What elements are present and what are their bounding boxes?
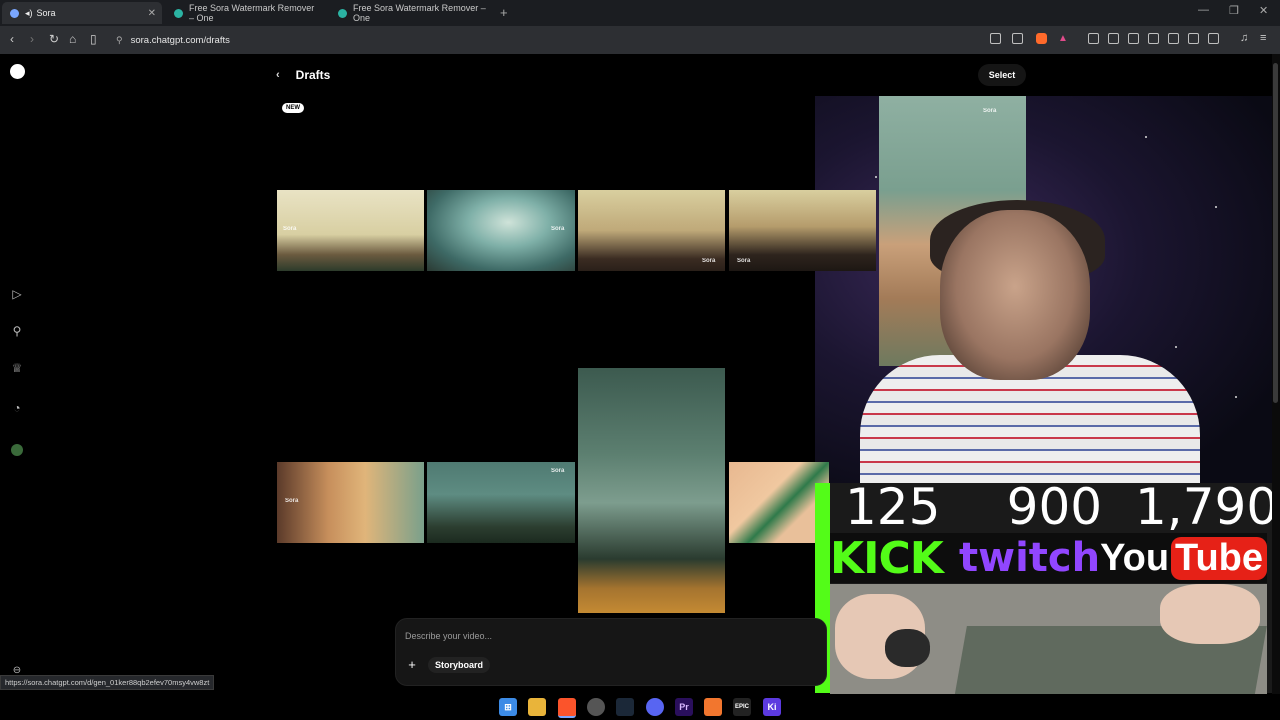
right-hand bbox=[1160, 584, 1260, 644]
platform-logos: KICK twitch You Tube bbox=[830, 532, 1267, 584]
address-bar[interactable]: ⚲ sora.chatgpt.com/drafts bbox=[110, 30, 970, 50]
draft-thumbnail[interactable]: Sora bbox=[578, 190, 725, 271]
passwords-icon[interactable] bbox=[1148, 33, 1159, 44]
youtube-logo: You Tube bbox=[1100, 536, 1267, 580]
reading-list-icon[interactable] bbox=[1128, 33, 1139, 44]
tab-watermark-1[interactable]: Free Sora Watermark Remover – One bbox=[166, 2, 326, 24]
restore-icon[interactable]: ❐ bbox=[1229, 4, 1239, 17]
back-icon[interactable]: ‹ bbox=[10, 32, 14, 46]
kick-count: 125 bbox=[845, 478, 941, 536]
brave-shield-icon[interactable] bbox=[1036, 33, 1047, 44]
address-text: sora.chatgpt.com/drafts bbox=[130, 34, 230, 46]
streamer-webcam-face bbox=[940, 210, 1090, 380]
page-scrollbar-thumb[interactable] bbox=[1273, 63, 1278, 403]
sora-watermark: Sora bbox=[551, 226, 565, 232]
tab-title: Free Sora Watermark Remover – One bbox=[189, 3, 315, 23]
sora-watermark: Sora bbox=[983, 108, 997, 114]
start-icon[interactable]: ⊞ bbox=[499, 698, 517, 716]
avatar-icon[interactable] bbox=[11, 444, 23, 456]
download-icon[interactable] bbox=[1108, 33, 1119, 44]
draft-thumbnail[interactable]: Sora bbox=[427, 190, 575, 271]
site-info-icon[interactable]: ⚲ bbox=[116, 35, 123, 46]
draft-thumbnail[interactable]: Sora bbox=[729, 190, 876, 271]
sora-watermark: Sora bbox=[551, 468, 565, 474]
brave-browser-icon[interactable] bbox=[558, 698, 576, 718]
bookmark-icon[interactable]: ▯ bbox=[90, 32, 97, 46]
screenshot-icon[interactable] bbox=[1208, 33, 1219, 44]
keyboard-webcam bbox=[830, 584, 1267, 709]
draft-thumbnail[interactable]: Sora bbox=[427, 462, 575, 543]
premiere-icon[interactable]: Pr bbox=[675, 698, 693, 716]
menu-icon[interactable]: ≡ bbox=[1260, 33, 1271, 44]
back-arrow-icon[interactable]: ‹ bbox=[276, 69, 280, 81]
draft-thumbnail-tall[interactable] bbox=[578, 368, 725, 613]
twitch-count: 900 bbox=[1006, 478, 1103, 536]
play-icon[interactable]: ▷ bbox=[10, 287, 24, 301]
trophy-icon[interactable]: ♕ bbox=[10, 361, 24, 375]
browser-tab-bar: ◂) Sora ✕ Free Sora Watermark Remover – … bbox=[0, 0, 1280, 26]
forward-icon[interactable]: › bbox=[30, 32, 34, 46]
tab-watermark-2[interactable]: Free Sora Watermark Remover – One bbox=[330, 2, 495, 24]
youtube-logo-tube: Tube bbox=[1171, 536, 1267, 580]
speaker-icon: ◂) bbox=[25, 7, 33, 18]
obs-icon[interactable] bbox=[704, 698, 722, 716]
reload-icon[interactable]: ↻ bbox=[49, 32, 59, 46]
extensions-icon[interactable] bbox=[1188, 33, 1199, 44]
status-bar-url: https://sora.chatgpt.com/d/gen_01ker88qb… bbox=[0, 675, 215, 690]
new-badge: NEW bbox=[282, 103, 304, 113]
bell-icon[interactable]: ◔ bbox=[10, 401, 24, 415]
follower-counts: 125 900 1,790 bbox=[820, 478, 1279, 538]
tab-sora[interactable]: ◂) Sora ✕ bbox=[2, 2, 162, 24]
discord-icon[interactable] bbox=[646, 698, 664, 716]
epic-games-icon[interactable]: EPIC bbox=[733, 698, 751, 716]
cast-icon[interactable] bbox=[990, 33, 1001, 44]
mouse bbox=[885, 629, 930, 667]
browser-nav-bar: ‹ › ↻ ⌂ ▯ ⚲ sora.chatgpt.com/drafts ▲ ♫ … bbox=[0, 26, 1280, 54]
tab-title: Sora bbox=[36, 8, 56, 18]
chrome-icon[interactable] bbox=[587, 698, 605, 716]
select-button[interactable]: Select bbox=[978, 64, 1026, 86]
window-close-icon[interactable]: ✕ bbox=[1259, 4, 1268, 17]
sidebar-toggle-icon[interactable] bbox=[1088, 33, 1099, 44]
site-favicon-icon bbox=[174, 8, 183, 18]
sora-sidebar: ▷ ⚲ ♕ ◔ ⊖ bbox=[0, 54, 36, 694]
new-tab-icon[interactable]: + bbox=[500, 5, 508, 20]
home-icon[interactable]: ⌂ bbox=[69, 32, 76, 46]
rewards-icon[interactable]: ▲ bbox=[1058, 33, 1069, 44]
add-media-button[interactable]: + bbox=[404, 657, 420, 673]
music-icon[interactable]: ♫ bbox=[1240, 33, 1251, 44]
sora-watermark: Sora bbox=[285, 498, 299, 504]
sora-watermark: Sora bbox=[737, 258, 751, 264]
sora-watermark: Sora bbox=[702, 258, 716, 264]
twitch-logo: twitch bbox=[959, 535, 1101, 581]
tab-title: Free Sora Watermark Remover – One bbox=[353, 3, 486, 23]
youtube-logo-you: You bbox=[1100, 536, 1170, 579]
steam-icon[interactable] bbox=[616, 698, 634, 716]
share-icon[interactable] bbox=[1012, 33, 1023, 44]
storyboard-button[interactable]: Storyboard bbox=[428, 657, 491, 673]
site-favicon-icon bbox=[338, 8, 347, 18]
sora-favicon-icon bbox=[10, 8, 19, 18]
page-header: ‹ Drafts bbox=[276, 68, 330, 82]
draft-thumbnail[interactable] bbox=[729, 462, 829, 543]
kick-logo: KICK bbox=[830, 532, 944, 584]
close-tab-icon[interactable]: ✕ bbox=[148, 8, 156, 19]
prompt-composer: Describe your video... + Storyboard bbox=[395, 618, 827, 686]
page-title: Drafts bbox=[295, 68, 331, 82]
prompt-input[interactable]: Describe your video... bbox=[405, 631, 492, 641]
sora-watermark: Sora bbox=[283, 226, 297, 232]
youtube-count: 1,790 bbox=[1135, 478, 1279, 536]
os-taskbar: ⊞ Pr EPIC Ki bbox=[0, 694, 1280, 720]
draft-thumbnail[interactable]: Sora bbox=[277, 462, 424, 543]
minimize-icon[interactable]: — bbox=[1198, 4, 1209, 16]
kick-app-icon[interactable]: Ki bbox=[763, 698, 781, 716]
print-icon[interactable] bbox=[1168, 33, 1179, 44]
search-icon[interactable]: ⚲ bbox=[10, 324, 24, 338]
sora-logo-icon[interactable] bbox=[10, 64, 25, 79]
draft-thumbnail[interactable]: Sora bbox=[277, 190, 424, 271]
file-explorer-icon[interactable] bbox=[528, 698, 546, 716]
